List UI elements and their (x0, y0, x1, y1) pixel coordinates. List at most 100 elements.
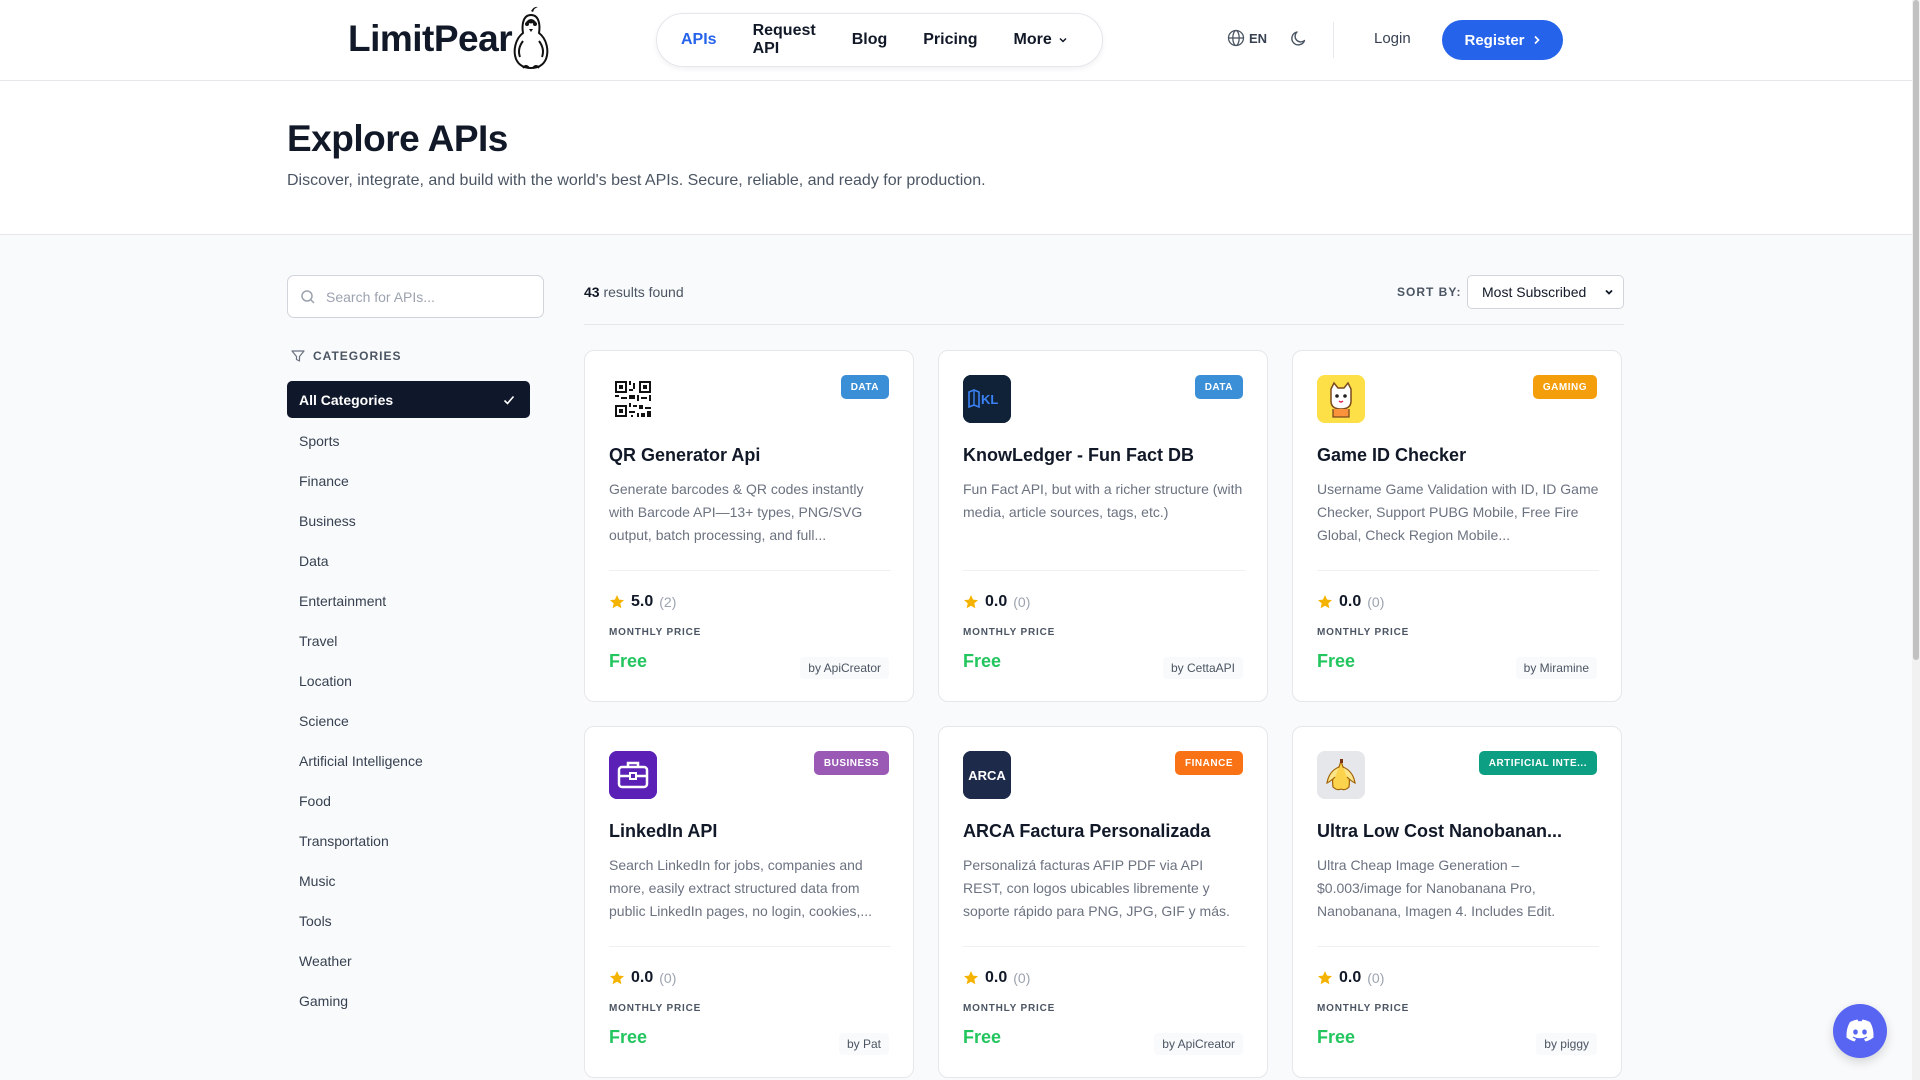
category-badge: BUSINESS (813, 751, 889, 775)
category-badge: DATA (1194, 375, 1243, 399)
category-science[interactable]: Science (287, 701, 530, 741)
card-description: Ultra Cheap Image Generation – $0.003/im… (1317, 857, 1556, 919)
rating-score: 0.0 (1339, 969, 1362, 986)
results-suffix: results found (603, 284, 684, 300)
category-data[interactable]: Data (287, 541, 530, 581)
author-badge[interactable]: by Pat (838, 1033, 889, 1055)
logo-text: KL (981, 392, 998, 407)
price-label: MONTHLY PRICE (963, 1003, 1056, 1014)
price-value: Free (963, 1027, 1002, 1047)
nav-pricing[interactable]: Pricing (923, 31, 977, 49)
login-link[interactable]: Login (1374, 30, 1411, 47)
category-gaming[interactable]: Gaming (287, 981, 530, 1021)
rating-count: (0) (1367, 594, 1385, 610)
qr-code-icon (609, 375, 657, 423)
card-rating: 0.0 (0) (1317, 969, 1384, 987)
api-card[interactable]: ARTIFICIAL INTE... Ultra Low Cost Nanoba… (1292, 726, 1622, 1078)
rating-score: 0.0 (985, 969, 1008, 986)
price-value: Free (609, 651, 648, 671)
card-description: Username Game Validation with ID, ID Gam… (1317, 481, 1599, 543)
card-rating: 0.0 (0) (963, 969, 1030, 987)
api-card[interactable]: ARCA FINANCE ARCA Factura Personalizada … (938, 726, 1268, 1078)
price-value: Free (609, 1027, 648, 1047)
category-location[interactable]: Location (287, 661, 530, 701)
chevron-down-icon (1605, 289, 1613, 295)
star-icon (964, 971, 978, 985)
author-badge[interactable]: by CettaAPI (1162, 657, 1243, 679)
card-title[interactable]: KnowLedger - Fun Fact DB (963, 445, 1245, 466)
card-description: Personalizá facturas AFIP PDF via API RE… (963, 857, 1230, 919)
card-rating: 0.0 (0) (963, 593, 1030, 611)
nav-apis[interactable]: APIs (681, 31, 717, 49)
card-description: Search LinkedIn for jobs, companies and … (609, 857, 873, 919)
hero-section: Explore APIs Discover, integrate, and bu… (0, 81, 1920, 235)
card-title[interactable]: Game ID Checker (1317, 445, 1599, 466)
arca-logo: ARCA (963, 751, 1011, 799)
api-card[interactable]: DATA QR Generator Api Generate barcodes … (584, 350, 914, 702)
api-card[interactable]: BUSINESS LinkedIn API Search LinkedIn fo… (584, 726, 914, 1078)
card-separator (963, 570, 1245, 571)
page-scrollbar[interactable] (1912, 0, 1920, 1080)
logo-text: LimitPear (348, 18, 513, 59)
category-business[interactable]: Business (287, 501, 530, 541)
scrollbar-thumb[interactable] (1913, 0, 1919, 660)
nav-more[interactable]: More (1013, 31, 1067, 49)
category-travel[interactable]: Travel (287, 621, 530, 661)
category-entertainment[interactable]: Entertainment (287, 581, 530, 621)
api-card[interactable]: KL DATA KnowLedger - Fun Fact DB Fun Fac… (938, 350, 1268, 702)
price-label: MONTHLY PRICE (609, 1003, 702, 1014)
category-food[interactable]: Food (287, 781, 530, 821)
logo-text: ARCA (968, 768, 1006, 783)
card-title[interactable]: QR Generator Api (609, 445, 891, 466)
author-badge[interactable]: by ApiCreator (800, 657, 889, 679)
author-badge[interactable]: by Miramine (1515, 657, 1597, 679)
card-description: Fun Fact API, but with a richer structur… (963, 481, 1243, 520)
limitpear-logo[interactable]: LimitPear (348, 4, 552, 74)
category-list: All Categories Sports Finance Business D… (287, 381, 530, 1021)
star-icon (1318, 971, 1332, 985)
language-code: EN (1249, 30, 1268, 46)
theme-toggle[interactable] (1290, 29, 1308, 52)
discord-icon (1846, 1019, 1874, 1042)
card-title[interactable]: ARCA Factura Personalizada (963, 821, 1245, 842)
card-rating: 0.0 (0) (1317, 593, 1384, 611)
category-finance[interactable]: Finance (287, 461, 530, 501)
category-music[interactable]: Music (287, 861, 530, 901)
banana-icon (1317, 751, 1365, 799)
main-nav: APIs Request API Blog Pricing More (656, 13, 1103, 67)
discord-button[interactable] (1833, 1004, 1887, 1058)
category-sports[interactable]: Sports (287, 421, 530, 461)
category-all[interactable]: All Categories (287, 381, 530, 418)
star-icon (964, 595, 978, 609)
language-selector[interactable]: EN (1227, 29, 1267, 47)
nav-request-api[interactable]: Request API (753, 22, 816, 58)
author-badge[interactable]: by ApiCreator (1154, 1033, 1243, 1055)
search-input[interactable] (326, 288, 526, 305)
author-badge[interactable]: by piggy (1536, 1033, 1597, 1055)
nav-blog[interactable]: Blog (852, 31, 888, 49)
rating-count: (2) (659, 594, 677, 610)
sort-value: Most Subscribed (1482, 284, 1587, 300)
card-title[interactable]: Ultra Low Cost Nanobanan... (1317, 821, 1599, 842)
category-badge: DATA (840, 375, 889, 399)
price-label: MONTHLY PRICE (609, 627, 702, 638)
page-title: Explore APIs (287, 118, 508, 159)
card-title[interactable]: LinkedIn API (609, 821, 891, 842)
category-artificial-intelligence[interactable]: Artificial Intelligence (287, 741, 530, 781)
cat-mascot-icon (1317, 375, 1365, 423)
category-tools[interactable]: Tools (287, 901, 530, 941)
book-kl-icon: KL (963, 375, 1011, 423)
category-badge: FINANCE (1175, 751, 1243, 775)
category-transportation[interactable]: Transportation (287, 821, 530, 861)
price-value: Free (1317, 651, 1356, 671)
check-icon (503, 395, 515, 405)
star-icon (1318, 595, 1332, 609)
star-icon (610, 971, 624, 985)
register-button[interactable]: Register (1442, 20, 1563, 60)
card-separator (1317, 570, 1599, 571)
price-label: MONTHLY PRICE (1317, 1003, 1410, 1014)
api-card[interactable]: GAMING Game ID Checker Username Game Val… (1292, 350, 1622, 702)
sort-select[interactable]: Most Subscribed (1467, 275, 1624, 309)
search-box[interactable] (287, 275, 544, 318)
category-weather[interactable]: Weather (287, 941, 530, 981)
